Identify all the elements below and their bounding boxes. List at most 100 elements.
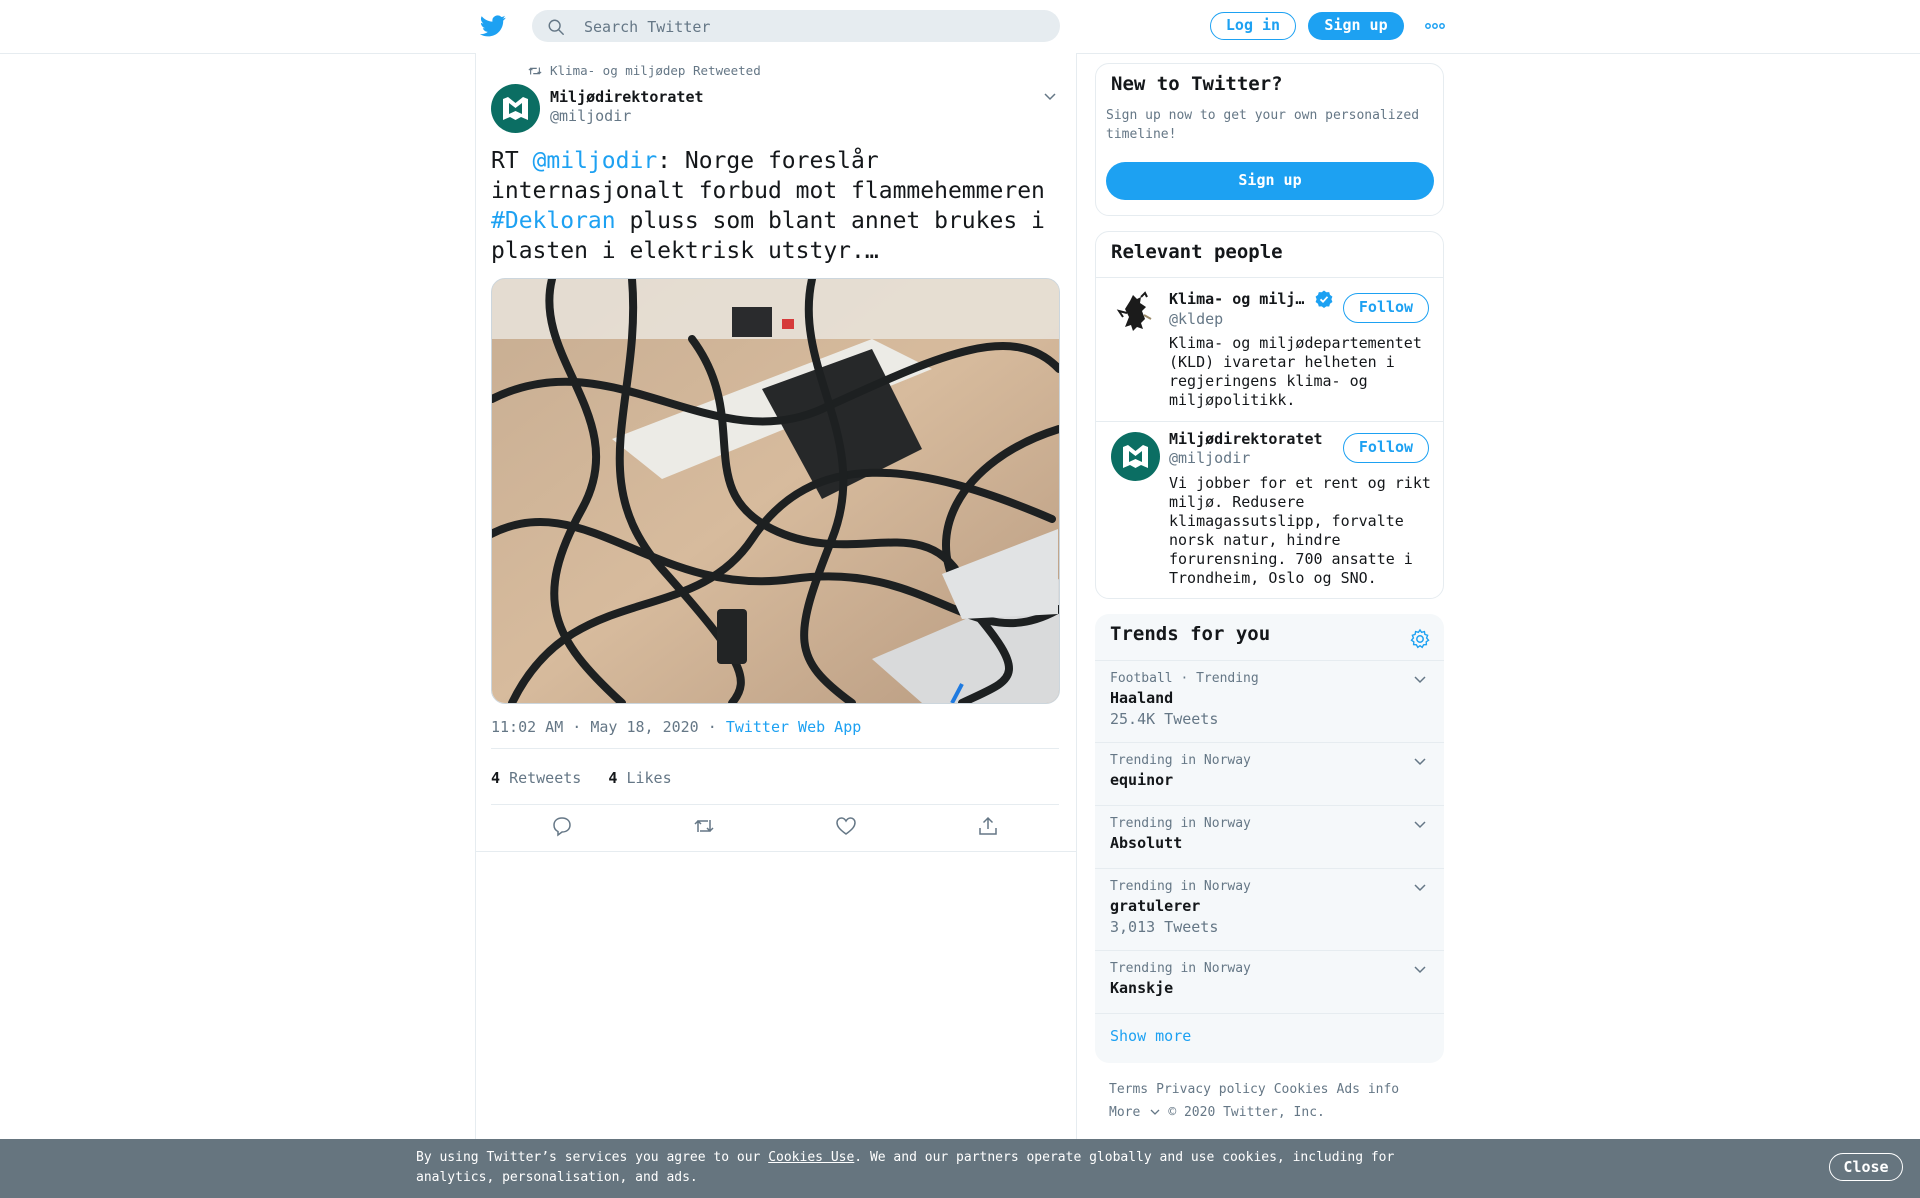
retweet-context[interactable]: Klima- og miljødep Retweeted	[528, 63, 761, 78]
new-to-twitter-card: New to Twitter? Sign up now to get your …	[1095, 63, 1444, 216]
retweet-count: 4	[491, 769, 501, 787]
retweets-label: Retweets	[509, 769, 582, 787]
log-in-button[interactable]: Log in	[1210, 12, 1296, 40]
tangled-cables-photo	[492, 279, 1059, 703]
likes-stat[interactable]: 4 Likes	[608, 769, 671, 787]
cookie-close-button[interactable]: Close	[1829, 1153, 1903, 1181]
trend-item[interactable]: Trending in Norway gratulerer 3,013 Twee…	[1095, 868, 1444, 950]
trend-context: Trending in Norway	[1110, 816, 1251, 831]
trend-context: Trending in Norway	[1110, 753, 1251, 768]
trends-title: Trends for you	[1110, 623, 1271, 645]
cookie-consent-text: By using Twitter’s services you agree to…	[416, 1148, 1416, 1188]
tweet-detail-column: Klima- og miljødep Retweeted Miljødirekt…	[475, 53, 1077, 1198]
relevant-people-title: Relevant people	[1111, 241, 1283, 263]
footer-privacy-link[interactable]: Privacy policy	[1156, 1082, 1266, 1097]
person-item[interactable]: Klima- og milj… @kldep Follow Klima- og …	[1096, 278, 1443, 412]
trend-count: 3,013 Tweets	[1110, 918, 1219, 936]
miljodir-logo-icon	[503, 97, 528, 120]
top-navigation-bar: Log in Sign up	[0, 0, 1920, 54]
likes-label: Likes	[626, 769, 672, 787]
trend-item[interactable]: Trending in Norway Kanskje	[1095, 950, 1444, 1013]
tweet-source-link[interactable]: Twitter Web App	[726, 718, 861, 736]
person-handle[interactable]: @kldep	[1169, 310, 1223, 328]
divider	[1095, 1013, 1444, 1014]
new-to-twitter-subtitle: Sign up now to get your own personalized…	[1106, 108, 1420, 142]
chevron-down-icon[interactable]	[1413, 882, 1427, 892]
person-avatar[interactable]	[1111, 432, 1160, 481]
divider	[491, 748, 1059, 749]
reply-icon[interactable]	[551, 815, 573, 837]
author-name[interactable]: Miljødirektoratet	[550, 88, 704, 106]
retweets-stat[interactable]: 4 Retweets	[491, 769, 581, 787]
settings-gear-icon[interactable]	[1409, 628, 1431, 650]
hashtag-link[interactable]: #Dekloran	[491, 208, 616, 234]
verified-badge-icon	[1315, 290, 1333, 308]
trend-context: Football · Trending	[1110, 671, 1259, 686]
footer-terms-link[interactable]: Terms	[1109, 1082, 1148, 1097]
chevron-down-icon[interactable]	[1413, 756, 1427, 766]
tweet-text: RT @miljodir: Norge foreslår internasjon…	[491, 146, 1066, 266]
trends-panel: Trends for you Football · Trending Haala…	[1095, 614, 1444, 1063]
trend-name: gratulerer	[1110, 897, 1201, 915]
person-name[interactable]: Miljødirektoratet	[1169, 430, 1323, 448]
trend-count: 25.4K Tweets	[1110, 710, 1219, 728]
tweet-text-prefix: RT	[491, 148, 533, 174]
search-input[interactable]	[582, 10, 1046, 44]
trend-context: Trending in Norway	[1110, 961, 1251, 976]
follow-button[interactable]: Follow	[1343, 293, 1429, 323]
search-box[interactable]	[532, 10, 1060, 44]
footer-links: Terms Privacy policy Cookies Ads info More ©…	[1109, 1078, 1449, 1124]
trend-name: equinor	[1110, 771, 1174, 789]
trend-item[interactable]: Trending in Norway equinor	[1095, 742, 1444, 805]
twitter-bird-logo-icon[interactable]	[480, 14, 506, 38]
mention-link[interactable]: @miljodir	[533, 148, 658, 174]
person-bio: Vi jobber for et rent og rikt miljø. Red…	[1169, 474, 1431, 587]
retweet-icon[interactable]	[693, 815, 715, 837]
cookie-text-before: By using Twitter’s services you agree to…	[416, 1150, 769, 1165]
sign-up-large-button[interactable]: Sign up	[1106, 162, 1434, 200]
meta-separator: ·	[707, 718, 717, 736]
more-options-icon[interactable]	[1425, 20, 1445, 32]
tweet-meta: 11:02 AM · May 18, 2020 · Twitter Web Ap…	[491, 718, 861, 736]
like-count: 4	[608, 769, 618, 787]
tweet-timestamp[interactable]: 11:02 AM · May 18, 2020	[491, 718, 699, 736]
follow-button[interactable]: Follow	[1343, 433, 1429, 463]
sign-up-button[interactable]: Sign up	[1308, 12, 1404, 40]
retweet-context-text: Klima- og miljødep Retweeted	[550, 63, 761, 78]
trend-item[interactable]: Football · Trending Haaland 25.4K Tweets	[1095, 660, 1444, 742]
trend-name: Kanskje	[1110, 979, 1174, 997]
trend-context: Trending in Norway	[1110, 879, 1251, 894]
chevron-down-icon	[1150, 1109, 1160, 1115]
divider	[491, 804, 1059, 805]
like-icon[interactable]	[835, 815, 857, 837]
person-avatar[interactable]	[1111, 289, 1160, 338]
cookies-use-link[interactable]: Cookies Use	[768, 1150, 854, 1165]
person-name[interactable]: Klima- og milj…	[1169, 290, 1304, 308]
norwegian-lion-coat-of-arms-icon	[1116, 291, 1152, 331]
search-icon	[548, 19, 564, 35]
tweet-menu-chevron-down-icon[interactable]	[1043, 91, 1057, 101]
divider	[476, 851, 1076, 852]
trend-item[interactable]: Trending in Norway Absolutt	[1095, 805, 1444, 868]
chevron-down-icon[interactable]	[1413, 674, 1427, 684]
footer-more-menu[interactable]: More	[1109, 1105, 1160, 1120]
person-bio: Klima- og miljødepartementet (KLD) ivare…	[1169, 334, 1422, 409]
share-icon[interactable]	[977, 815, 999, 837]
show-more-link[interactable]: Show more	[1110, 1027, 1191, 1045]
footer-cookies-link[interactable]: Cookies	[1274, 1082, 1329, 1097]
cookie-consent-bar: By using Twitter’s services you agree to…	[0, 1139, 1920, 1198]
person-item[interactable]: Miljødirektoratet @miljodir Follow Vi jo…	[1096, 422, 1443, 597]
trend-name: Haaland	[1110, 689, 1174, 707]
tweet-photo[interactable]	[491, 278, 1060, 704]
new-to-twitter-title: New to Twitter?	[1111, 73, 1283, 95]
miljodir-logo-icon	[1123, 445, 1148, 468]
footer-more-label: More	[1109, 1105, 1141, 1120]
chevron-down-icon[interactable]	[1413, 964, 1427, 974]
author-avatar[interactable]	[491, 84, 540, 133]
chevron-down-icon[interactable]	[1413, 819, 1427, 829]
person-handle[interactable]: @miljodir	[1169, 449, 1250, 467]
footer-ads-info-link[interactable]: Ads info	[1337, 1082, 1400, 1097]
author-handle[interactable]: @miljodir	[550, 107, 631, 125]
tweet-stats: 4 Retweets 4 Likes	[491, 769, 672, 787]
relevant-people-card: Relevant people Klima- og milj… @kldep F…	[1095, 231, 1444, 599]
